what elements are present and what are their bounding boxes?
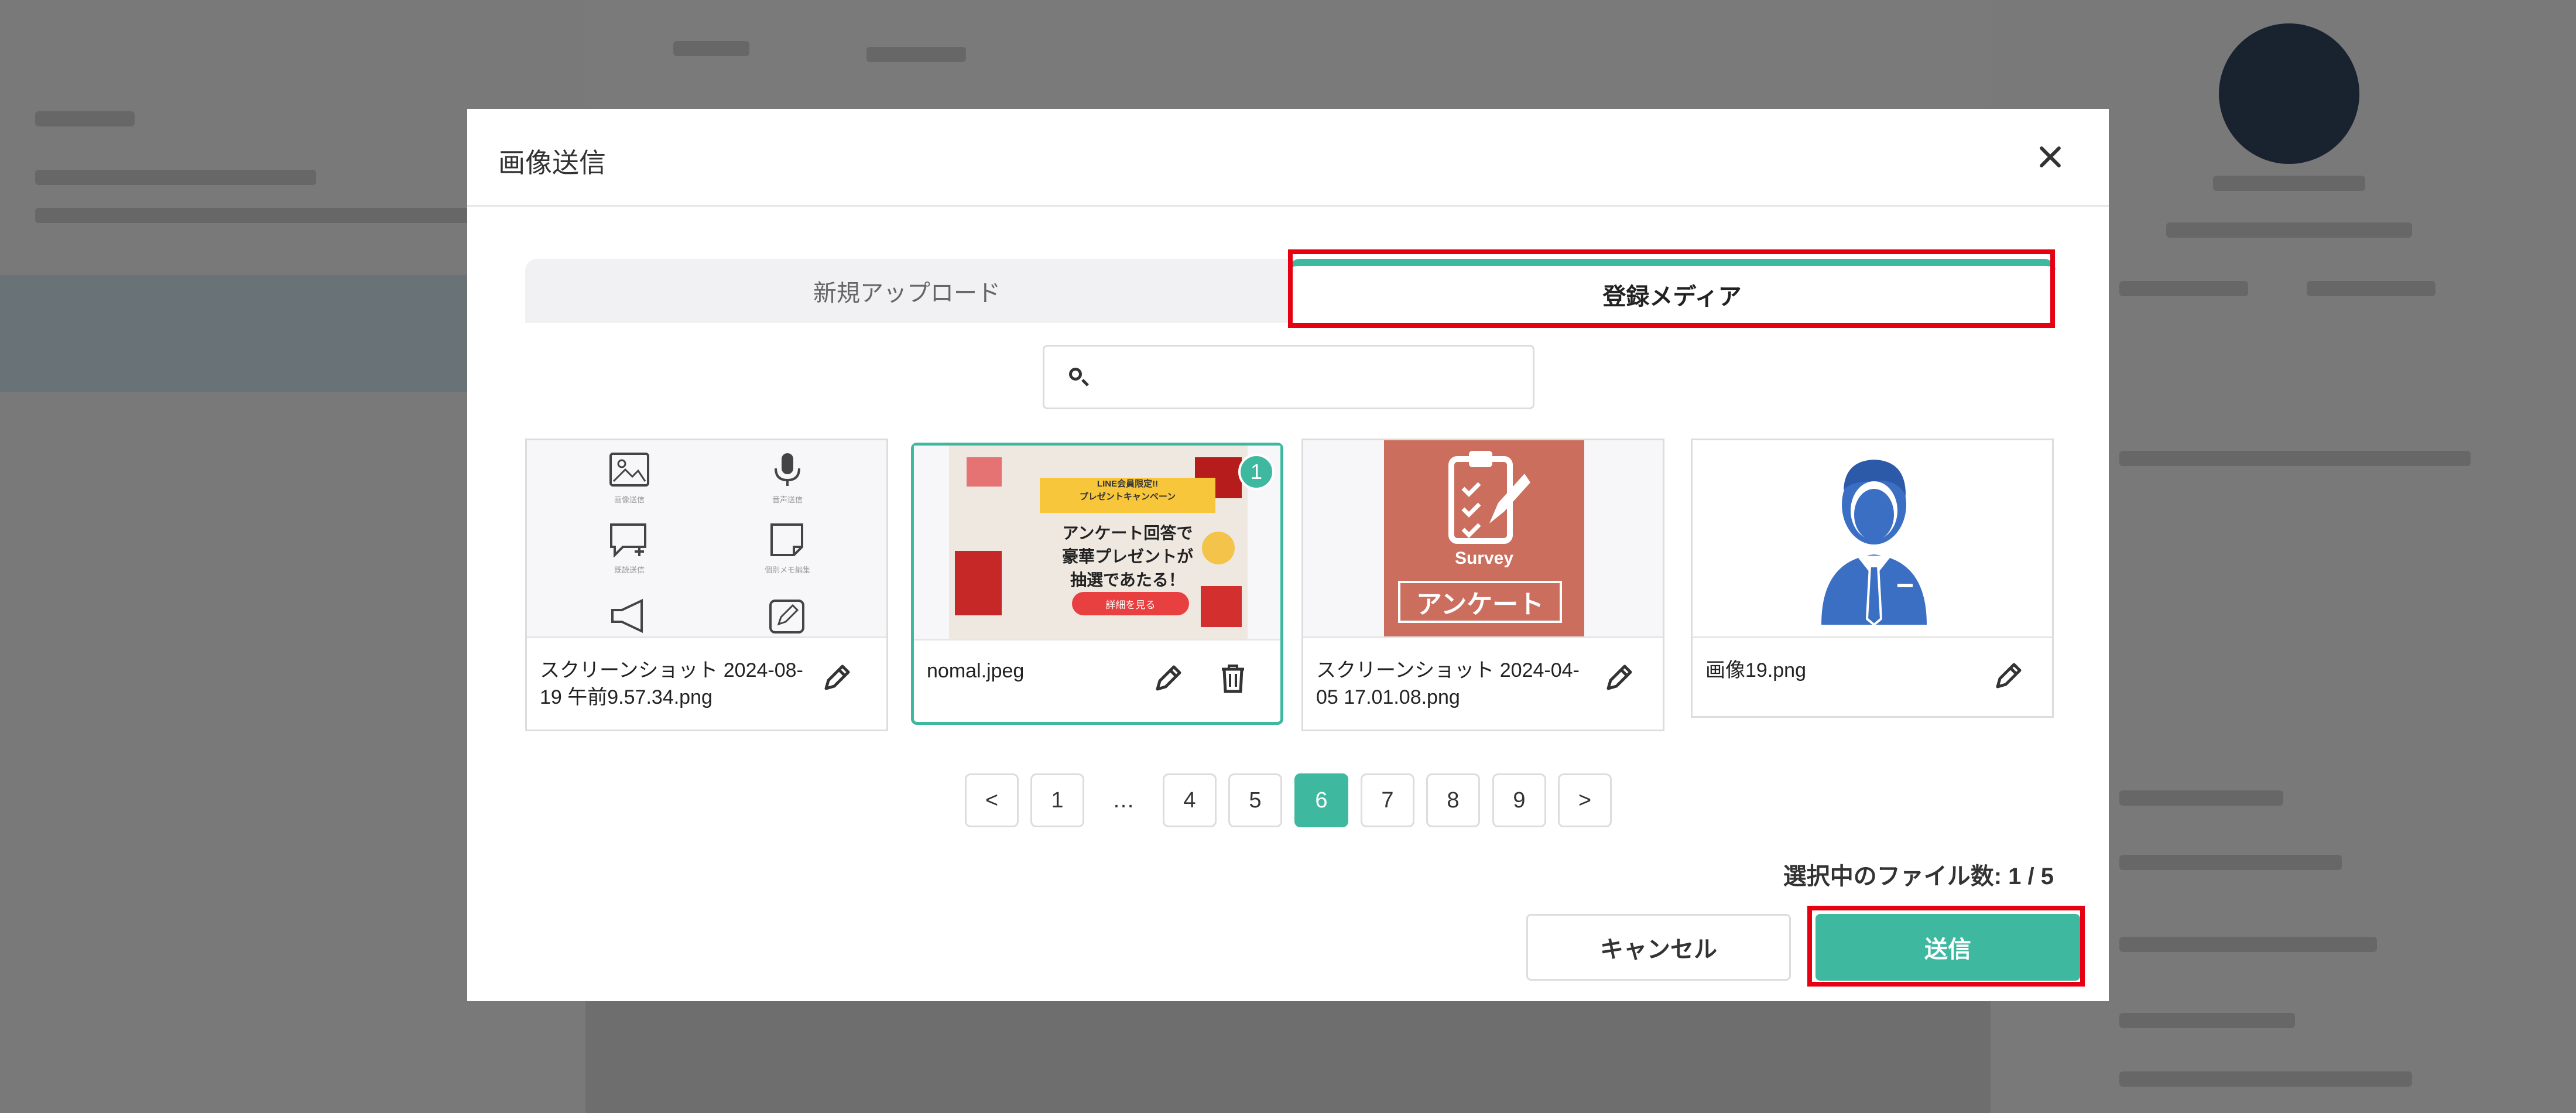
close-icon[interactable] [2033, 139, 2068, 174]
menu-cell: 音声送信 [761, 452, 814, 505]
pagination-ellipsis: … [1112, 787, 1135, 813]
chat-add-icon [610, 523, 646, 558]
menu-label: 既読送信 [614, 566, 645, 574]
survey-tag: アンケート [1398, 581, 1562, 623]
megaphone-icon [611, 598, 643, 633]
pagination-page[interactable]: 5 [1228, 773, 1282, 827]
media-filename: スクリーンショット 2024-04-05 17.01.08.png [1316, 659, 1580, 708]
media-card[interactable]: 画像19.png [1691, 439, 2054, 718]
promo-image: LINE会員限定!! プレゼントキャンペーン アンケート回答で 豪華プレゼントが… [949, 446, 1248, 639]
menu-cell: 既読送信 [603, 522, 656, 575]
image-icon [609, 453, 649, 487]
microphone-icon [775, 453, 800, 486]
menu-cell: 個別メモ編集 [761, 522, 814, 575]
modal-header: 画像送信 [467, 109, 2109, 207]
pencil-icon[interactable] [1154, 663, 1183, 693]
survey-label: Survey [1454, 549, 1514, 568]
trash-icon[interactable] [1220, 663, 1246, 694]
menu-cell [603, 598, 656, 636]
media-filename: 画像19.png [1705, 659, 1806, 682]
search-input[interactable] [1043, 345, 1534, 409]
media-filename: スクリーンショット 2024-08-19 午前9.57.34.png [540, 659, 803, 708]
survey-image: Survey アンケート [1384, 440, 1584, 636]
pagination-page-current[interactable]: 6 [1294, 773, 1348, 827]
promo-text: アンケート回答で 豪華プレゼントが 抽選であたる！ [1061, 524, 1193, 589]
menu-label: 個別メモ編集 [764, 566, 810, 574]
media-card[interactable]: 画像送信 音声送信 既読送信 個別メモ編集 スクリーンショット 2024-08-… [525, 439, 888, 731]
selected-file-count: 選択中のファイル数: 1 / 5 [1783, 864, 2054, 889]
media-card[interactable]: LINE会員限定!! プレゼントキャンペーン アンケート回答で 豪華プレゼントが… [911, 443, 1283, 725]
media-thumbnail: Survey アンケート [1303, 440, 1663, 638]
menu-label: 音声送信 [772, 495, 803, 504]
pencil-icon[interactable] [1994, 661, 2023, 690]
pagination-prev[interactable]: < [965, 773, 1019, 827]
media-card[interactable]: Survey アンケート スクリーンショット 2024-04-05 17.01.… [1301, 439, 1664, 731]
cancel-button[interactable]: キャンセル [1526, 914, 1791, 981]
businessman-icon [1821, 460, 1927, 625]
highlight-box-tab [1288, 249, 2055, 328]
modal-title: 画像送信 [498, 148, 606, 178]
media-thumbnail [1693, 440, 2052, 638]
pencil-icon[interactable] [823, 663, 852, 692]
edit-square-icon [769, 600, 804, 633]
media-thumbnail: 画像送信 音声送信 既読送信 個別メモ編集 [527, 440, 886, 638]
pagination-next[interactable]: > [1558, 773, 1612, 827]
pagination-page[interactable]: 4 [1163, 773, 1217, 827]
promo-button: 詳細を見る [1072, 592, 1189, 615]
pagination-page[interactable]: 7 [1361, 773, 1414, 827]
pencil-icon[interactable] [1605, 663, 1634, 692]
tab-new-upload[interactable]: 新規アップロード [525, 259, 1289, 323]
pagination-page[interactable]: 1 [1030, 773, 1084, 827]
selection-badge: 1 [1238, 454, 1275, 490]
highlight-box-send [1807, 906, 2085, 987]
menu-label: 画像送信 [614, 495, 645, 504]
clipboard-icon [1448, 451, 1530, 544]
menu-cell: 画像送信 [603, 452, 656, 505]
search-icon [1069, 368, 1082, 381]
menu-icon-grid: 画像送信 音声送信 既読送信 個別メモ編集 [527, 440, 886, 636]
image-send-modal: 画像送信 新規アップロード 登録メディア 画像送信 音声送信 既読送信 個別メモ… [467, 109, 2109, 1001]
promo-banner: LINE会員限定!! プレゼントキャンペーン [1040, 478, 1215, 513]
media-thumbnail: LINE会員限定!! プレゼントキャンペーン アンケート回答で 豪華プレゼントが… [914, 446, 1280, 641]
menu-cell [761, 598, 814, 636]
pagination-page[interactable]: 8 [1426, 773, 1480, 827]
pagination-page[interactable]: 9 [1492, 773, 1546, 827]
note-icon [770, 523, 803, 556]
